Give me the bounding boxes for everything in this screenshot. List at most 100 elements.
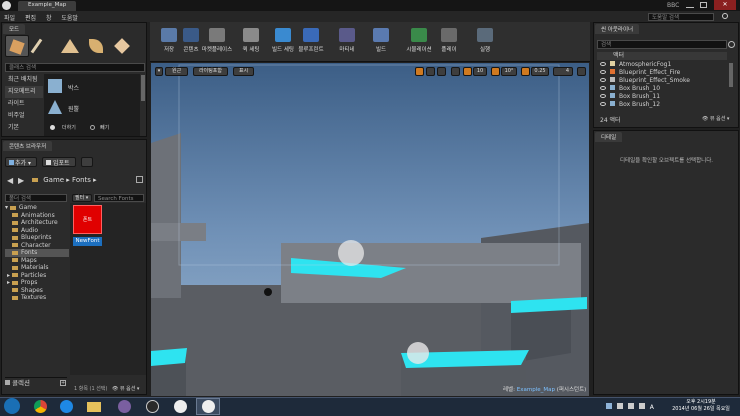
content-browser-tab[interactable]: 콘텐츠 브라우저 (3, 141, 53, 151)
camera-speed-button[interactable]: 4 (553, 67, 573, 76)
box-brush-icon[interactable] (48, 79, 62, 93)
start-button[interactable] (4, 398, 20, 414)
tray-power-icon[interactable] (627, 403, 634, 409)
forward-arrow-icon[interactable]: ▶ (18, 176, 24, 185)
outliner-row[interactable]: Box Brush_12 (597, 101, 729, 109)
scale-snap-toggle[interactable] (521, 67, 530, 76)
modes-scrollbar[interactable] (141, 75, 145, 101)
breadcrumb-game[interactable]: Game (43, 176, 64, 184)
details-tab[interactable]: 디테일 (595, 132, 623, 142)
cone-brush-label[interactable]: 원뿔 (68, 104, 79, 113)
foliage-mode-icon[interactable] (89, 39, 103, 53)
outliner-column-header[interactable]: 액터 (597, 52, 727, 60)
category-lights[interactable]: 라이트 (5, 98, 43, 110)
translate-tool-icon[interactable] (415, 67, 424, 76)
box-brush-label[interactable]: 박스 (68, 83, 79, 92)
font-asset-thumbnail[interactable]: 폰트 (73, 205, 102, 234)
outliner-view-options-button[interactable]: 👁 뷰 옵션 ▾ (702, 115, 729, 122)
scene-outliner-tab[interactable]: 씬 아웃라이너 (595, 24, 640, 34)
folder-search-input[interactable]: 폴더 검색 (5, 194, 67, 202)
grid-snap-value[interactable]: 10 (473, 67, 487, 76)
geometry-mode-icon[interactable] (114, 38, 130, 54)
visibility-eye-icon[interactable] (600, 70, 606, 74)
toolbar-blueprint-button[interactable]: 블루프린트 (294, 26, 328, 58)
grid-snap-toggle[interactable] (463, 67, 472, 76)
add-collection-icon[interactable]: + (60, 380, 66, 386)
tree-item-character[interactable]: Character (5, 242, 69, 250)
minimize-button[interactable] (686, 2, 694, 8)
app-icon[interactable] (140, 398, 164, 415)
place-mode-icon[interactable] (5, 35, 29, 57)
tray-network-icon[interactable] (606, 403, 612, 409)
ime-indicator[interactable]: A (650, 404, 654, 411)
clock[interactable]: 오후 2시19분 2014년 06월 26일 목요일 (664, 399, 738, 413)
collections-header[interactable]: 콜렉션 + (5, 377, 67, 387)
visibility-eye-icon[interactable] (600, 94, 606, 98)
maximize-button[interactable] (700, 2, 707, 8)
category-geometry[interactable]: 지오메트리 (5, 86, 43, 98)
outliner-row[interactable]: Blueprint_Effect_Smoke (597, 77, 729, 85)
tray-volume-icon[interactable] (638, 403, 645, 409)
brush-add-radio[interactable] (50, 125, 55, 130)
tree-item-props[interactable]: ▸ Props (5, 279, 69, 287)
category-basic[interactable]: 기본 (5, 122, 43, 130)
toolbar-settings-button[interactable]: 퀵 세팅 (234, 26, 268, 58)
tree-item-animations[interactable]: Animations (5, 212, 69, 220)
category-visual[interactable]: 비주얼 (5, 110, 43, 122)
show-button[interactable]: 표시 (233, 67, 255, 76)
filter-button[interactable]: 필터 ▾ (72, 194, 92, 202)
asset-search-input[interactable]: Search Fonts (94, 194, 144, 202)
toolbar-simulate-button[interactable]: 시뮬레이션 (402, 26, 436, 58)
cone-brush-icon[interactable] (48, 100, 62, 114)
visibility-eye-icon[interactable] (600, 86, 606, 90)
outliner-row[interactable]: AtmosphericFog1 (597, 61, 729, 69)
toolbar-launch-button[interactable]: 실행 (468, 26, 502, 58)
unreal-editor-icon[interactable] (196, 398, 220, 415)
file-explorer-icon[interactable] (82, 398, 106, 415)
paint-mode-icon[interactable] (30, 38, 43, 54)
breadcrumb-fonts[interactable]: Fonts (72, 176, 91, 184)
visibility-eye-icon[interactable] (600, 102, 606, 106)
outliner-scrollbar[interactable] (729, 63, 733, 87)
world-local-icon[interactable] (451, 67, 460, 76)
tree-item-blueprints[interactable]: Blueprints (5, 234, 69, 242)
window-title-tab[interactable]: Example_Map (18, 1, 77, 11)
visibility-eye-icon[interactable] (600, 78, 606, 82)
internet-explorer-icon[interactable] (54, 398, 78, 415)
toolbar-matinee-button[interactable]: 마티네 (330, 26, 364, 58)
toolbar-play-button[interactable]: 플레이 (432, 26, 466, 58)
back-arrow-icon[interactable]: ◀ (7, 176, 13, 185)
tree-item-maps[interactable]: Maps (5, 257, 69, 265)
tree-item-shapes[interactable]: Shapes (5, 287, 69, 295)
tree-item-game[interactable]: ▾ Game (5, 204, 69, 212)
add-new-button[interactable]: 추가 ▾ (5, 157, 37, 167)
level-viewport[interactable]: ▾ 원근 라이팅포함 표시 10 10° 0.25 4 레벨: Example_… (151, 63, 589, 396)
history-icon[interactable] (136, 176, 143, 183)
modes-tab[interactable]: 모드 (3, 24, 26, 34)
rotation-snap-value[interactable]: 10° (501, 67, 517, 76)
outliner-row[interactable]: Blueprint_Effect_Fire (597, 69, 729, 77)
tree-item-fonts[interactable]: Fonts (5, 249, 69, 257)
media-player-icon[interactable] (112, 398, 136, 415)
close-button[interactable]: ✕ (714, 0, 736, 10)
import-button[interactable]: 임포트 (42, 157, 76, 167)
view-options-button[interactable]: 👁 뷰 옵션 ▾ (112, 385, 139, 392)
rotation-snap-toggle[interactable] (491, 67, 500, 76)
toolbar-marketplace-button[interactable]: 마켓플레이스 (200, 26, 234, 58)
font-asset-name[interactable]: NewFont (73, 237, 102, 246)
tray-flag-icon[interactable] (616, 403, 623, 409)
chrome-icon[interactable] (28, 398, 52, 415)
viewport-options-button[interactable]: ▾ (155, 67, 163, 76)
landscape-mode-icon[interactable] (61, 39, 79, 53)
outliner-row[interactable]: Box Brush_10 (597, 85, 729, 93)
outliner-row[interactable]: Box Brush_11 (597, 93, 729, 101)
tree-item-textures[interactable]: Textures (5, 294, 69, 302)
lit-mode-button[interactable]: 라이팅포함 (193, 67, 229, 76)
rotate-tool-icon[interactable] (426, 67, 435, 76)
perspective-button[interactable]: 원근 (165, 67, 189, 76)
outliner-search-input[interactable]: 검색 (597, 40, 727, 49)
tree-item-materials[interactable]: Materials (5, 264, 69, 272)
tree-item-audio[interactable]: Audio (5, 227, 69, 235)
category-recent[interactable]: 최근 배치됨 (5, 74, 43, 86)
brush-subtract-radio[interactable] (90, 125, 95, 130)
